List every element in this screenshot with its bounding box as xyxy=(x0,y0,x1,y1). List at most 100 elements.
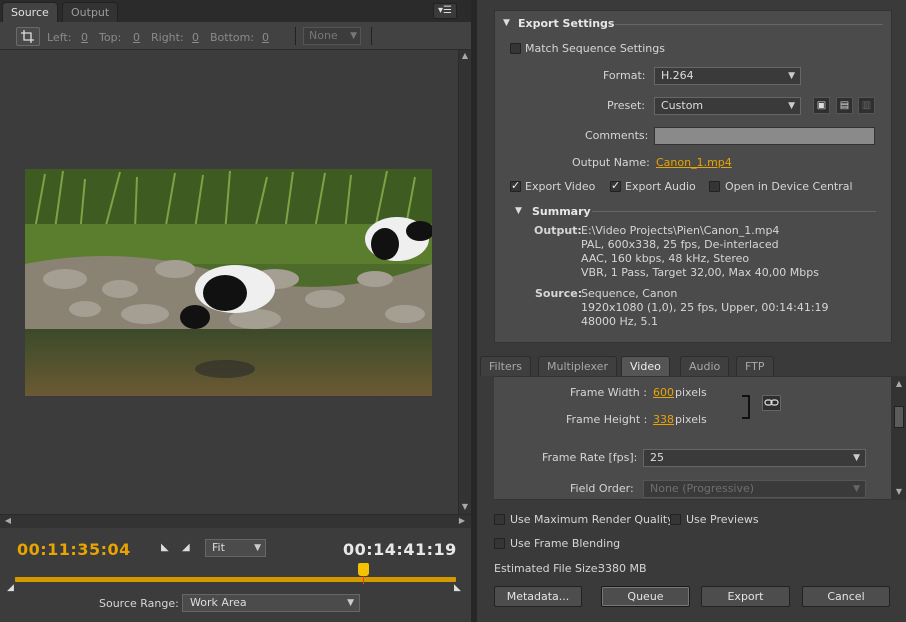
viewer-horizontal-scrollbar[interactable]: ◀ ▶ xyxy=(0,514,471,528)
work-area-bar[interactable] xyxy=(15,577,456,582)
output-name-link[interactable]: Canon_1.mp4 xyxy=(656,156,732,169)
scroll-up-icon[interactable]: ▲ xyxy=(459,50,471,62)
frame-rate-value: 25 xyxy=(650,451,664,464)
max-render-quality-checkbox[interactable] xyxy=(494,514,505,525)
frame-width-unit: pixels xyxy=(675,386,707,399)
tab-ftp[interactable]: FTP xyxy=(736,356,774,376)
panel-menu-icon[interactable]: ▾☰ xyxy=(433,3,457,19)
zoom-select[interactable]: Fit ▼ xyxy=(205,539,266,557)
crop-top-label: Top: xyxy=(99,31,122,44)
format-value: H.264 xyxy=(661,69,694,82)
preset-value: Custom xyxy=(661,99,704,112)
summary-header: Summary xyxy=(532,205,591,218)
format-select[interactable]: H.264 ▼ xyxy=(654,67,801,85)
tab-filters[interactable]: Filters xyxy=(480,356,531,376)
summary-source-label: Source: xyxy=(535,287,583,300)
video-settings-scrollbar[interactable]: ▲ ▼ xyxy=(892,376,906,500)
max-render-quality-label: Use Maximum Render Quality xyxy=(510,513,674,526)
out-point-handle-icon[interactable]: ◣ xyxy=(454,583,461,593)
header-rule xyxy=(615,24,883,25)
preset-select[interactable]: Custom ▼ xyxy=(654,97,801,115)
tab-source[interactable]: Source xyxy=(2,2,58,22)
collapse-triangle-icon[interactable]: ▼ xyxy=(515,206,522,216)
match-sequence-label: Match Sequence Settings xyxy=(525,42,665,55)
device-central-checkbox[interactable] xyxy=(709,181,720,192)
toolbar-divider xyxy=(371,27,372,45)
source-tab-bar: Source Output ▾☰ xyxy=(0,0,471,22)
duration-timecode: 00:14:41:19 xyxy=(343,540,457,559)
frame-rate-label: Frame Rate [fps]: xyxy=(542,451,638,464)
tab-output[interactable]: Output xyxy=(62,2,119,22)
scroll-down-icon[interactable]: ▼ xyxy=(459,501,471,513)
tab-audio[interactable]: Audio xyxy=(680,356,730,376)
chevron-down-icon: ▼ xyxy=(254,543,261,553)
frame-height-label: Frame Height : xyxy=(566,413,648,426)
comments-input[interactable] xyxy=(654,127,875,145)
scroll-up-icon[interactable]: ▲ xyxy=(893,378,905,390)
file-size-label: Estimated File Size: xyxy=(494,562,602,575)
summary-output-line: VBR, 1 Pass, Target 32,00, Max 40,00 Mbp… xyxy=(581,266,819,279)
chevron-down-icon: ▼ xyxy=(350,31,357,41)
frame-blending-label: Use Frame Blending xyxy=(510,537,621,550)
scroll-right-icon[interactable]: ▶ xyxy=(456,515,468,527)
crop-ratio-select[interactable]: None ▼ xyxy=(303,27,361,45)
field-order-select[interactable]: None (Progressive) ▼ xyxy=(643,480,866,498)
toolbar-divider xyxy=(295,27,296,45)
export-button[interactable]: Export xyxy=(701,586,790,607)
crop-toolbar: Left: 0 Top: 0 Right: 0 Bottom: 0 None ▼ xyxy=(0,22,471,50)
playhead-icon[interactable] xyxy=(358,563,370,576)
format-label: Format: xyxy=(603,69,646,82)
tab-video[interactable]: Video xyxy=(621,356,670,376)
scroll-left-icon[interactable]: ◀ xyxy=(2,515,14,527)
crop-left-label: Left: xyxy=(47,31,72,44)
file-size-value: 3380 MB xyxy=(598,562,647,575)
chevron-down-icon: ▼ xyxy=(788,71,795,81)
video-settings-gutter xyxy=(479,376,494,500)
save-preset-icon[interactable]: ▣ xyxy=(813,97,830,114)
crop-left-value[interactable]: 0 xyxy=(81,31,88,44)
field-order-value: None (Progressive) xyxy=(650,482,755,495)
use-previews-label: Use Previews xyxy=(686,513,759,526)
queue-button[interactable]: Queue xyxy=(601,586,690,607)
export-video-checkbox[interactable] xyxy=(510,179,521,192)
export-audio-label: Export Audio xyxy=(625,180,696,193)
output-name-label: Output Name: xyxy=(572,156,650,169)
delete-preset-icon[interactable]: ▥ xyxy=(858,97,875,114)
frame-blending-checkbox[interactable] xyxy=(494,538,505,549)
crop-icon[interactable] xyxy=(16,27,40,46)
summary-output-line: E:\Video Projects\Pien\Canon_1.mp4 xyxy=(581,224,780,237)
current-timecode[interactable]: 00:11:35:04 xyxy=(17,540,131,559)
import-preset-icon[interactable]: ▤ xyxy=(836,97,853,114)
viewer-vertical-scrollbar[interactable]: ▲ ▼ xyxy=(458,50,471,514)
export-video-label: Export Video xyxy=(525,180,596,193)
zoom-value: Fit xyxy=(212,541,225,554)
match-sequence-checkbox[interactable] xyxy=(510,43,521,54)
scroll-down-icon[interactable]: ▼ xyxy=(893,486,905,498)
set-out-point-icon[interactable]: ◢ xyxy=(182,542,194,554)
frame-height-value[interactable]: 338 xyxy=(653,413,674,426)
crop-bottom-value[interactable]: 0 xyxy=(262,31,269,44)
cancel-button[interactable]: Cancel xyxy=(802,586,890,607)
tab-multiplexer[interactable]: Multiplexer xyxy=(538,356,617,376)
set-in-point-icon[interactable]: ◣ xyxy=(161,542,173,554)
summary-source-line: 48000 Hz, 5.1 xyxy=(581,315,659,328)
summary-output-line: PAL, 600x338, 25 fps, De-interlaced xyxy=(581,238,779,251)
crop-bottom-label: Bottom: xyxy=(210,31,255,44)
in-point-handle-icon[interactable]: ◢ xyxy=(7,583,14,593)
crop-top-value[interactable]: 0 xyxy=(133,31,140,44)
scroll-thumb[interactable] xyxy=(894,406,904,428)
frame-height-unit: pixels xyxy=(675,413,707,426)
crop-right-value[interactable]: 0 xyxy=(192,31,199,44)
link-icon[interactable] xyxy=(762,395,781,411)
collapse-triangle-icon[interactable]: ▼ xyxy=(503,18,510,28)
frame-rate-select[interactable]: 25 ▼ xyxy=(643,449,866,467)
frame-width-value[interactable]: 600 xyxy=(653,386,674,399)
source-range-select[interactable]: Work Area ▼ xyxy=(182,594,360,612)
export-audio-checkbox[interactable] xyxy=(610,179,621,192)
metadata-button[interactable]: Metadata... xyxy=(494,586,582,607)
source-range-value: Work Area xyxy=(190,596,247,609)
chevron-down-icon: ▼ xyxy=(788,101,795,111)
summary-rule xyxy=(592,211,876,212)
use-previews-checkbox[interactable] xyxy=(670,514,681,525)
comments-label: Comments: xyxy=(585,129,649,142)
